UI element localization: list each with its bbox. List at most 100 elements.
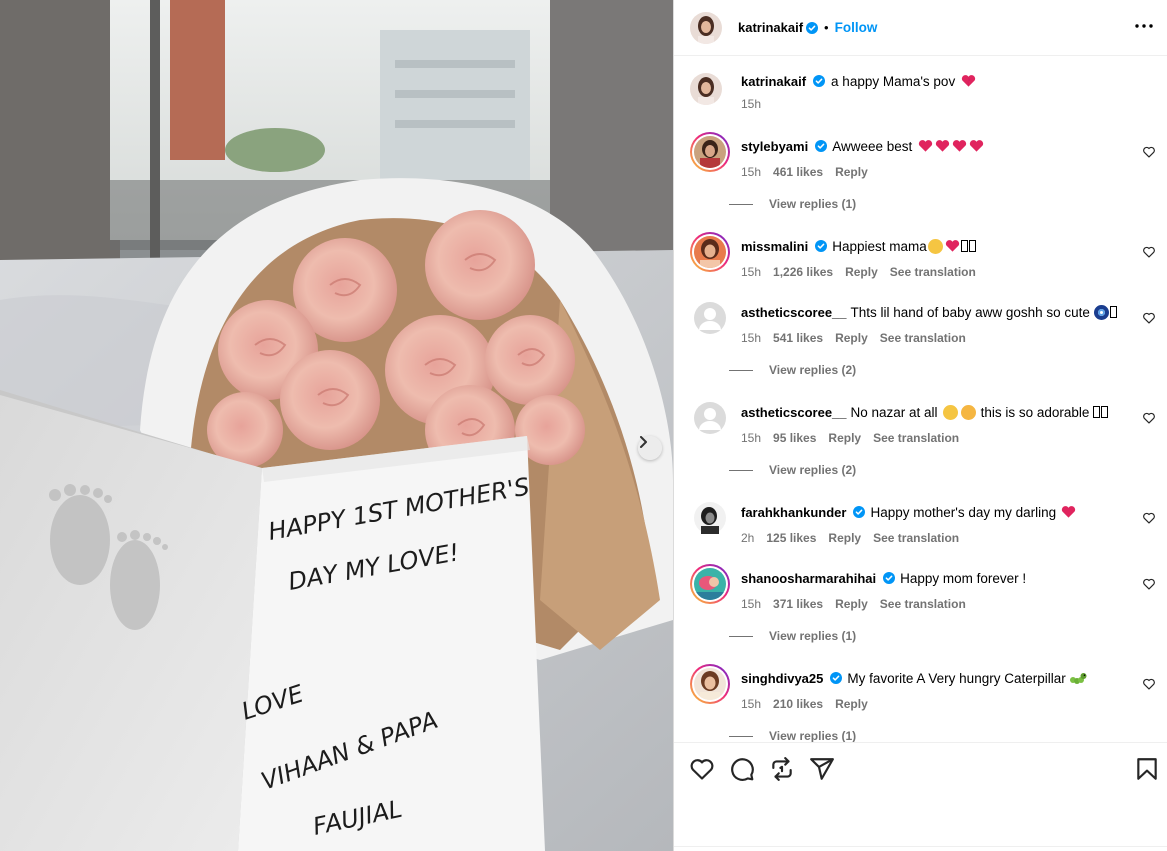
author-username[interactable]: katrinakaif <box>738 20 803 35</box>
comment-time: 2h <box>741 531 755 545</box>
comment-avatar[interactable] <box>690 564 730 604</box>
verified-badge-icon <box>815 140 828 152</box>
see-translation-button[interactable]: See translation <box>890 265 976 279</box>
like-comment-heart-icon[interactable] <box>1142 411 1156 425</box>
divider <box>674 846 1167 847</box>
more-options-button[interactable] <box>1132 14 1156 38</box>
view-replies-label: View replies (1) <box>769 197 857 211</box>
comment-likes[interactable]: 461 likes <box>773 165 823 179</box>
post-photo: HAPPY 1ST MOTHER'S DAY MY LOVE! LOVE VIH… <box>0 0 673 851</box>
star-struck-face-emoji-icon <box>960 405 976 420</box>
view-replies-button[interactable]: View replies (2) <box>729 363 856 377</box>
reply-button[interactable]: Reply <box>835 697 868 711</box>
comment-likes[interactable]: 371 likes <box>773 597 823 611</box>
caterpillar-emoji-icon <box>1069 673 1087 684</box>
heart-emoji-icon <box>961 75 976 87</box>
bookmark-icon[interactable] <box>1134 756 1160 782</box>
comment-username[interactable]: farahkhankunder <box>741 505 846 520</box>
comment-likes[interactable]: 95 likes <box>773 431 816 445</box>
reply-button[interactable]: Reply <box>835 597 868 611</box>
comment-username[interactable]: astheticscoree__ <box>741 305 847 320</box>
view-replies-label: View replies (1) <box>769 729 857 742</box>
comment-time: 15h <box>741 697 762 711</box>
reply-button[interactable]: Reply <box>845 265 878 279</box>
view-replies-label: View replies (1) <box>769 629 857 643</box>
crying-face-emoji-icon <box>927 239 943 254</box>
view-replies-label: View replies (2) <box>769 463 857 477</box>
see-translation-button[interactable]: See translation <box>873 431 959 445</box>
reply-button[interactable]: Reply <box>835 331 868 345</box>
comment-time: 15h <box>741 597 762 611</box>
comment-time: 15h <box>741 431 762 445</box>
comment-username[interactable]: singhdivya25 <box>741 671 823 686</box>
heart-emoji-icon <box>1062 506 1076 518</box>
view-replies-button[interactable]: View replies (1) <box>729 197 856 211</box>
caption-username[interactable]: katrinakaif <box>741 74 806 89</box>
post-action-bar <box>674 742 1167 794</box>
comment-avatar[interactable] <box>690 232 730 272</box>
heart-icon[interactable] <box>689 756 715 782</box>
see-translation-button[interactable]: See translation <box>873 531 959 545</box>
verified-badge-icon <box>806 21 819 34</box>
comments-list[interactable]: katrinakaif a happy Mama's pov 15h styleb… <box>674 57 1167 742</box>
comment-likes[interactable]: 125 likes <box>766 531 816 545</box>
comment-avatar[interactable] <box>690 664 730 704</box>
view-replies-button[interactable]: View replies (2) <box>729 463 856 477</box>
post-media[interactable]: HAPPY 1ST MOTHER'S DAY MY LOVE! LOVE VIH… <box>0 0 673 851</box>
unsupported-glyph-icon <box>1109 306 1117 318</box>
unsupported-glyph-icon <box>960 240 968 252</box>
comment-avatar[interactable] <box>694 402 726 437</box>
comment-time: 15h <box>741 165 762 179</box>
view-replies-button[interactable]: View replies (1) <box>729 729 856 742</box>
comment-text-2: this is so adorable <box>980 405 1090 420</box>
reply-button[interactable]: Reply <box>835 165 868 179</box>
like-comment-heart-icon[interactable] <box>1142 577 1156 591</box>
heart-emoji-icon <box>945 240 959 252</box>
view-replies-label: View replies (2) <box>769 363 857 377</box>
like-comment-heart-icon[interactable] <box>1142 245 1156 259</box>
heart-emoji-icon <box>918 140 933 152</box>
comment-avatar[interactable] <box>694 302 726 337</box>
like-comment-heart-icon[interactable] <box>1142 145 1156 159</box>
comment-likes[interactable]: 541 likes <box>773 331 823 345</box>
like-comment-heart-icon[interactable] <box>1142 511 1156 525</box>
chevron-right-icon <box>640 436 647 448</box>
author-avatar[interactable] <box>690 11 722 44</box>
comment-text: My favorite A Very hungry Caterpillar <box>847 671 1066 686</box>
see-translation-button[interactable]: See translation <box>880 597 966 611</box>
comment-avatar[interactable] <box>690 132 730 172</box>
comment-likes[interactable]: 1,226 likes <box>773 265 833 279</box>
comment-username[interactable]: missmalini <box>741 239 808 254</box>
reply-button[interactable]: Reply <box>828 531 861 545</box>
see-translation-button[interactable]: See translation <box>880 331 966 345</box>
comment-text: Happiest mama <box>832 239 927 254</box>
comment-username[interactable]: shanoosharmarahihai <box>741 571 876 586</box>
nazar-amulet-emoji-icon <box>1093 305 1109 320</box>
comment-username[interactable]: stylebyami <box>741 139 808 154</box>
comment-text: Happy mother's day my darling <box>870 505 1057 520</box>
comment-avatar[interactable] <box>694 502 726 537</box>
heart-emoji-icon <box>952 140 967 152</box>
post-header: katrinakaif • Follow <box>674 0 1167 56</box>
caption-author-avatar[interactable] <box>690 73 722 105</box>
separator-dot: • <box>824 20 829 35</box>
like-comment-heart-icon[interactable] <box>1142 311 1156 325</box>
like-comment-heart-icon[interactable] <box>1142 677 1156 691</box>
caption-text: a happy Mama's pov <box>831 74 956 89</box>
comment-username[interactable]: astheticscoree__ <box>741 405 847 420</box>
smiling-hearts-face-emoji-icon <box>942 405 958 420</box>
next-image-button[interactable] <box>638 436 662 460</box>
unsupported-glyph-icon <box>968 240 976 252</box>
verified-badge-icon <box>815 240 828 252</box>
follow-button[interactable]: Follow <box>835 20 878 35</box>
comment-icon[interactable] <box>729 756 755 782</box>
heart-emoji-icon <box>969 140 984 152</box>
verified-badge-icon <box>883 572 896 584</box>
reply-button[interactable]: Reply <box>828 431 861 445</box>
share-icon[interactable] <box>809 756 835 782</box>
comment-text: Happy mom forever ! <box>900 571 1027 586</box>
comment-text: No nazar at all <box>850 405 938 420</box>
comment-likes[interactable]: 210 likes <box>773 697 823 711</box>
view-replies-button[interactable]: View replies (1) <box>729 629 856 643</box>
repost-icon[interactable] <box>769 756 795 782</box>
